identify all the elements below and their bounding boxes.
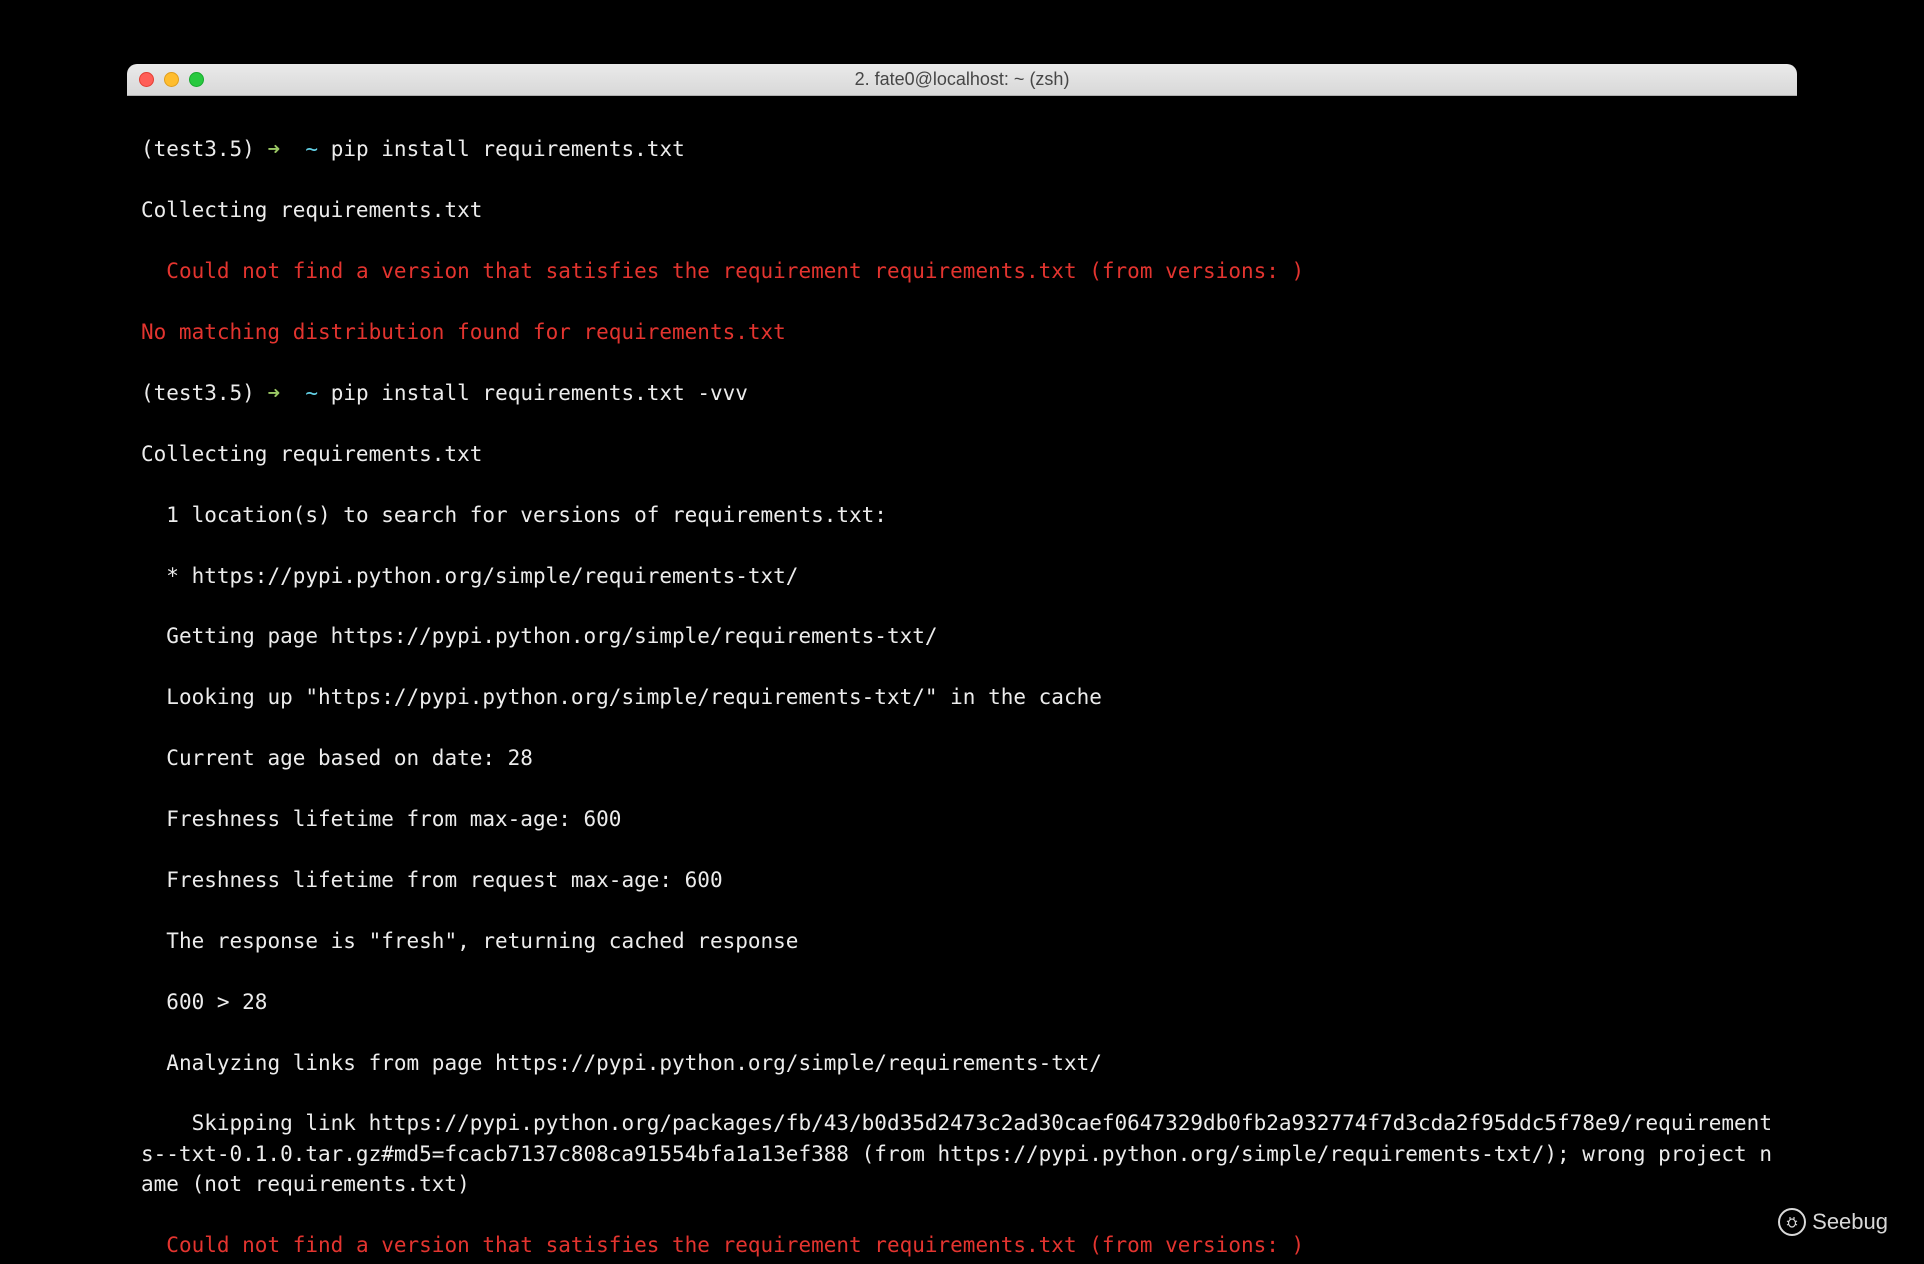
prompt-line: (test3.5) ➜ ~ pip install requirements.t… [141,134,1783,164]
window-title: 2. fate0@localhost: ~ (zsh) [139,69,1785,90]
watermark-logo: Seebug [1778,1208,1888,1236]
venv-label: (test3.5) [141,137,255,161]
titlebar: 2. fate0@localhost: ~ (zsh) [127,64,1797,96]
venv-label: (test3.5) [141,381,255,405]
traffic-lights [139,72,204,87]
output-line: Analyzing links from page https://pypi.p… [141,1048,1783,1078]
output-line: Collecting requirements.txt [141,195,1783,225]
close-icon[interactable] [139,72,154,87]
terminal-window: 2. fate0@localhost: ~ (zsh) (test3.5) ➜ … [127,64,1797,1264]
output-line: Freshness lifetime from max-age: 600 [141,804,1783,834]
error-line: Could not find a version that satisfies … [141,256,1783,286]
minimize-icon[interactable] [164,72,179,87]
command-text: pip install requirements.txt -vvv [331,381,748,405]
output-line: Getting page https://pypi.python.org/sim… [141,621,1783,651]
command-text: pip install requirements.txt [331,137,685,161]
arrow-icon: ➜ [267,381,280,405]
arrow-icon: ➜ [267,137,280,161]
maximize-icon[interactable] [189,72,204,87]
terminal-body[interactable]: (test3.5) ➜ ~ pip install requirements.t… [127,96,1797,1264]
output-line: Collecting requirements.txt [141,439,1783,469]
error-line: Could not find a version that satisfies … [141,1230,1783,1260]
cwd-tilde: ~ [305,381,318,405]
cwd-tilde: ~ [305,137,318,161]
output-line: The response is "fresh", returning cache… [141,926,1783,956]
output-line: Looking up "https://pypi.python.org/simp… [141,682,1783,712]
watermark-text: Seebug [1812,1209,1888,1235]
output-line: * https://pypi.python.org/simple/require… [141,561,1783,591]
bug-icon [1778,1208,1806,1236]
output-line: 1 location(s) to search for versions of … [141,500,1783,530]
error-line: No matching distribution found for requi… [141,317,1783,347]
output-line: Skipping link https://pypi.python.org/pa… [141,1108,1783,1199]
prompt-line: (test3.5) ➜ ~ pip install requirements.t… [141,378,1783,408]
output-line: Freshness lifetime from request max-age:… [141,865,1783,895]
output-line: 600 > 28 [141,987,1783,1017]
output-line: Current age based on date: 28 [141,743,1783,773]
